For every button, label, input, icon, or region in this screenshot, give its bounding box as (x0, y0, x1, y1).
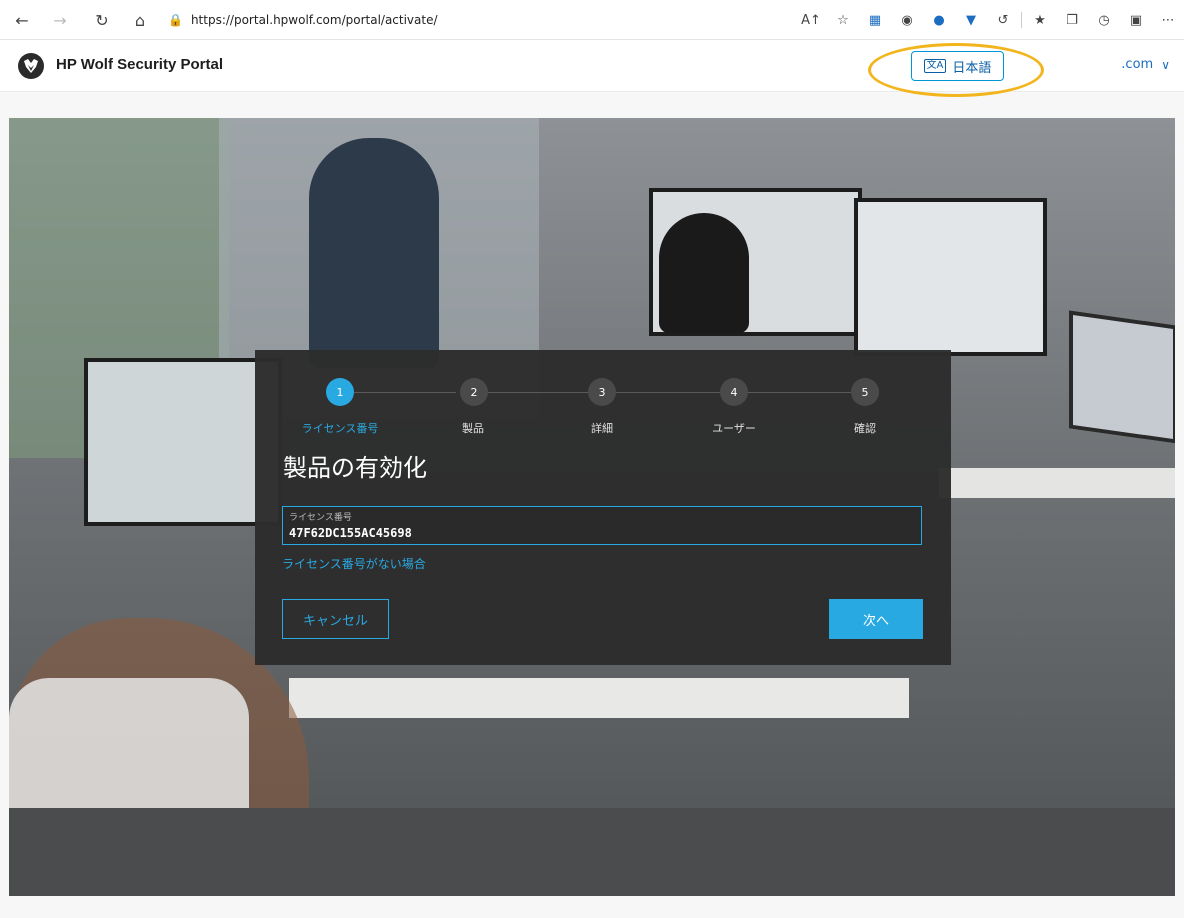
monitor-far-left (84, 358, 282, 526)
hp-wolf-logo-icon[interactable] (18, 53, 44, 79)
read-aloud-icon[interactable]: A↑ (795, 8, 827, 32)
more-icon[interactable]: ⋯ (1152, 8, 1184, 32)
toolbar-separator (1021, 12, 1022, 28)
home-icon[interactable]: ⌂ (128, 8, 152, 32)
lock-icon: 🔒 (168, 13, 183, 27)
laptop-right (1069, 310, 1175, 444)
license-number-field[interactable]: ライセンス番号 (282, 506, 922, 545)
chevron-down-icon: ∨ (1161, 57, 1170, 72)
desk-surface (289, 678, 909, 718)
history-icon[interactable]: ◷ (1088, 8, 1120, 32)
license-number-label: ライセンス番号 (289, 513, 352, 523)
step-2-indicator: 2 (460, 378, 488, 406)
language-label: 日本語 (952, 60, 992, 76)
step-4-label: ユーザー (712, 422, 756, 435)
extension-icon[interactable]: ● (923, 8, 955, 32)
site-header: HP Wolf Security Portal 文A 日本語 .com ∨ (0, 40, 1184, 97)
forward-icon[interactable]: → (48, 8, 72, 32)
address-url[interactable]: https://portal.hpwolf.com/portal/activat… (191, 13, 438, 27)
language-icon: 文A (923, 59, 947, 73)
address-bar[interactable]: 🔒 https://portal.hpwolf.com/portal/activ… (168, 6, 688, 34)
cancel-button[interactable]: キャンセル (282, 599, 389, 639)
dialog-title: 製品の有効化 (283, 454, 427, 482)
step-connector (354, 392, 456, 393)
step-3-label: 詳細 (591, 422, 613, 435)
step-1-indicator: 1 (326, 378, 354, 406)
region-selector[interactable]: .com ∨ (1121, 57, 1170, 72)
translate-icon[interactable]: ▦ (859, 8, 891, 32)
next-button[interactable]: 次へ (829, 599, 923, 639)
step-1-label: ライセンス番号 (301, 422, 379, 435)
browser-toolbar: ← → ↻ ⌂ 🔒 https://portal.hpwolf.com/port… (0, 0, 1184, 40)
license-number-input[interactable] (287, 523, 891, 543)
no-license-link[interactable]: ライセンス番号がない場合 (282, 555, 426, 572)
step-2-label: 製品 (462, 422, 484, 435)
split-screen-icon[interactable]: ▣ (1120, 8, 1152, 32)
step-connector (748, 392, 851, 393)
region-label: .com (1121, 57, 1154, 72)
favorites-icon[interactable]: ★ (1024, 8, 1056, 32)
language-button[interactable]: 文A 日本語 (911, 51, 1004, 81)
collections-icon[interactable]: ❐ (1056, 8, 1088, 32)
brand-title[interactable]: HP Wolf Security Portal (56, 56, 223, 73)
step-3-indicator: 3 (588, 378, 616, 406)
person-seated (659, 213, 749, 333)
monitor-right (854, 198, 1047, 356)
step-connector (616, 392, 720, 393)
shield-extension-icon[interactable]: ▼ (955, 8, 987, 32)
step-5-label: 確認 (854, 422, 876, 435)
step-5-indicator: 5 (851, 378, 879, 406)
step-connector (488, 392, 588, 393)
copilot-icon[interactable]: ↺ (987, 8, 1019, 32)
refresh-icon[interactable]: ↻ (90, 8, 114, 32)
step-4-indicator: 4 (720, 378, 748, 406)
back-icon[interactable]: ← (10, 8, 34, 32)
camera-icon[interactable]: ◉ (891, 8, 923, 32)
floor (9, 808, 1175, 896)
person-standing (309, 138, 439, 368)
toolbar-icons: A↑ ☆ ▦ ◉ ● ▼ ↺ ★ ❐ ◷ ▣ ⋯ (795, 8, 1184, 32)
favorite-star-icon[interactable]: ☆ (827, 8, 859, 32)
desk-right (939, 468, 1175, 498)
